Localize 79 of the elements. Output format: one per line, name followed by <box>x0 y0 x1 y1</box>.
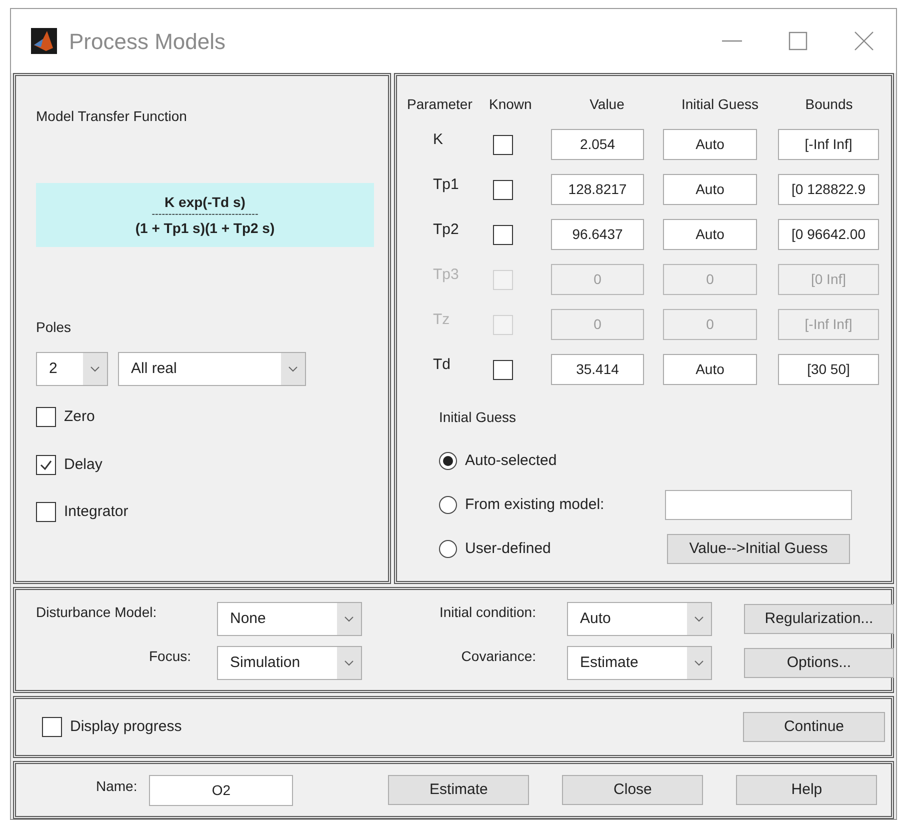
input-field[interactable]: O2 <box>149 774 294 806</box>
column-header: Parameter <box>407 95 474 114</box>
input-field[interactable]: [-Inf Inf] <box>778 129 879 160</box>
check-icon <box>39 458 53 472</box>
checkbox[interactable] <box>36 454 56 475</box>
dropdown[interactable]: Simulation <box>217 646 362 680</box>
section-heading: Model Transfer Function <box>36 107 188 126</box>
dropdown[interactable]: Auto <box>567 602 712 636</box>
button[interactable]: Options... <box>744 648 894 678</box>
close-icon <box>854 31 874 51</box>
field-label: Focus: <box>148 647 191 666</box>
button[interactable]: Value-->Initial Guess <box>667 534 850 564</box>
field-label: Covariance: <box>460 647 536 666</box>
parameter-label: Td <box>432 355 452 375</box>
input-field[interactable]: 35.414 <box>551 354 644 385</box>
parameter-label: Tz <box>432 310 451 330</box>
radio-label: From existing model: <box>465 494 606 515</box>
chevron-down-icon <box>694 616 704 622</box>
input-field[interactable]: 96.6437 <box>551 219 644 250</box>
column-header: Known <box>489 95 533 114</box>
minimize-icon <box>722 40 742 42</box>
dropdown[interactable]: All real <box>118 352 306 386</box>
parameter-label: Tp2 <box>432 220 460 240</box>
checkbox-label: Zero <box>64 407 95 427</box>
formula-separator-text: -------------------------------- <box>152 210 258 220</box>
app-icon <box>31 28 57 54</box>
checkbox[interactable] <box>36 407 56 428</box>
window-title: Process Models <box>69 28 226 56</box>
column-header: Bounds <box>804 95 854 114</box>
formula-numerator: K exp(-Td s) <box>164 194 246 210</box>
radio-label: User-defined <box>465 538 552 559</box>
radio-button[interactable] <box>439 496 457 514</box>
field-label: Poles <box>36 318 72 337</box>
column-header: Initial Guess <box>680 95 760 114</box>
dropdown[interactable]: Estimate <box>567 646 712 680</box>
input-field[interactable]: Auto <box>663 219 757 250</box>
checkbox[interactable] <box>42 717 62 737</box>
input-field[interactable]: [0 128822.9 <box>778 174 879 205</box>
radio-button[interactable] <box>439 452 457 470</box>
button[interactable]: Close <box>562 775 704 805</box>
input-field[interactable]: Auto <box>663 129 757 160</box>
chevron-down-icon <box>90 366 100 372</box>
button[interactable]: Continue <box>743 712 885 742</box>
checkbox[interactable] <box>36 502 56 522</box>
chevron-down-icon <box>694 660 704 666</box>
button[interactable]: Help <box>736 775 878 805</box>
field-label: Name: <box>96 777 138 796</box>
chevron-down-icon <box>288 366 298 372</box>
dropdown[interactable]: None <box>217 602 362 636</box>
radio-button[interactable] <box>439 540 457 558</box>
field-label: Disturbance Model: <box>35 603 158 622</box>
column-header: Value <box>588 95 626 114</box>
input-field[interactable]: [30 50] <box>778 354 879 385</box>
dropdown[interactable]: 2 <box>36 352 108 386</box>
button[interactable]: Regularization... <box>744 604 894 634</box>
maximize-icon <box>788 31 808 51</box>
input-field[interactable]: 128.8217 <box>551 174 644 205</box>
chevron-down-icon <box>344 616 354 622</box>
checkbox-label: Display progress <box>70 716 182 737</box>
checkbox-label: Delay <box>64 454 102 474</box>
field-label: Initial condition: <box>438 603 536 622</box>
radio-label: Auto-selected <box>465 450 558 471</box>
parameter-label: Tp3 <box>432 265 460 285</box>
input-field[interactable]: 2.054 <box>551 129 644 160</box>
input-field[interactable]: [0 96642.00 <box>778 219 879 250</box>
section-heading: Initial Guess <box>439 408 518 427</box>
checkbox[interactable] <box>493 360 513 380</box>
parameter-label: Tp1 <box>432 175 460 195</box>
checkbox[interactable] <box>493 134 513 154</box>
button[interactable]: Estimate <box>388 775 530 805</box>
chevron-down-icon <box>344 660 354 666</box>
formula-denominator: (1 + Tp1 s)(1 + Tp2 s) <box>135 220 275 236</box>
input-field[interactable]: Auto <box>663 354 757 385</box>
checkbox[interactable] <box>493 224 513 244</box>
input-field[interactable]: Auto <box>663 174 757 205</box>
parameter-label: K <box>432 130 444 150</box>
checkbox-label: Integrator <box>64 502 128 522</box>
checkbox[interactable] <box>493 180 513 200</box>
input-field[interactable] <box>665 490 852 520</box>
